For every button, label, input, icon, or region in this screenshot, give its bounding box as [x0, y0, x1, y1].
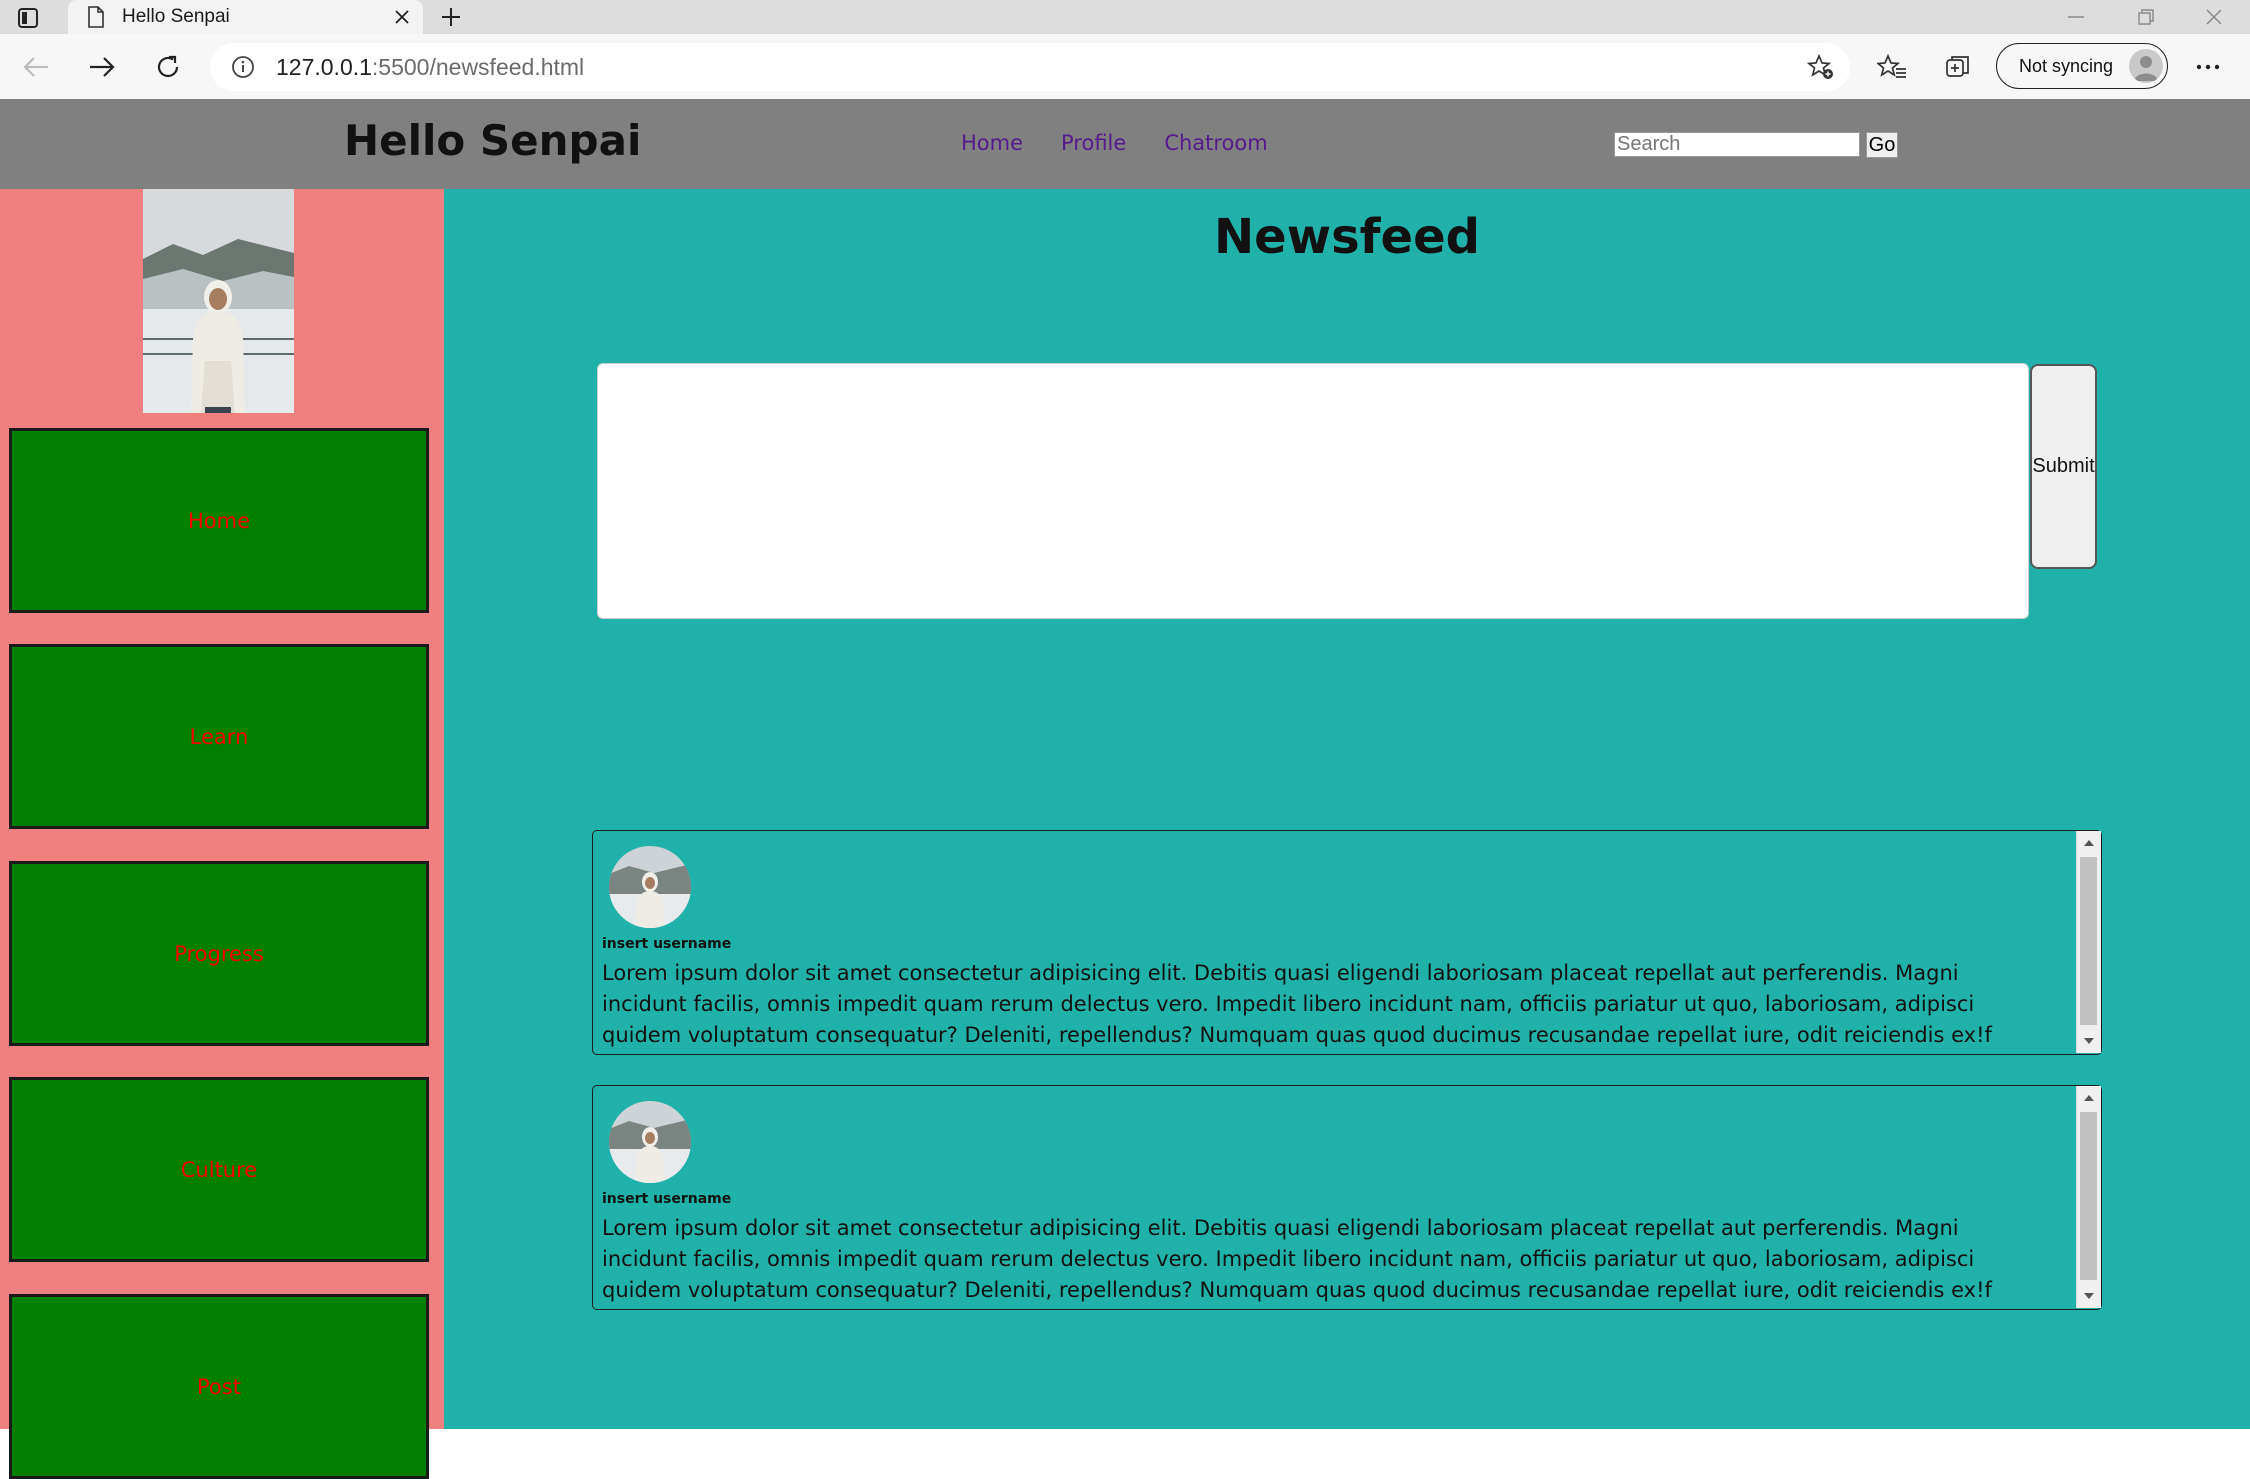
tab-title: Hello Senpai: [122, 6, 230, 27]
sidebar-item-culture[interactable]: Culture: [9, 1077, 429, 1262]
sidebar: Home Learn Progress Culture Post: [0, 189, 444, 1479]
address-bar[interactable]: 127.0.0.1:5500/newsfeed.html: [210, 43, 1850, 91]
scroll-up-arrow-icon[interactable]: [2077, 1088, 2101, 1108]
post-text: Lorem ipsum dolor sit amet consectetur a…: [602, 961, 1992, 1047]
minimize-icon[interactable]: [2042, 0, 2110, 34]
nav-link-home[interactable]: Home: [961, 131, 1023, 155]
page-title: Newsfeed: [1214, 209, 1480, 265]
sync-label: Not syncing: [2019, 55, 2114, 76]
sidebar-item-progress[interactable]: Progress: [9, 861, 429, 1046]
sidebar-item-home[interactable]: Home: [9, 428, 429, 613]
post-username: insert username: [602, 936, 732, 952]
url-host: 127.0.0.1: [276, 53, 372, 80]
nav-link-chatroom[interactable]: Chatroom: [1164, 131, 1267, 155]
sidebar-item-post[interactable]: Post: [9, 1294, 429, 1479]
avatar: [609, 1101, 691, 1183]
restore-icon[interactable]: [2112, 0, 2180, 34]
post-card: insert username Lorem ipsum dolor sit am…: [592, 1085, 2102, 1310]
page-viewport: Hello Senpai Home Profile Chatroom Go: [0, 99, 2250, 1479]
info-icon[interactable]: [228, 52, 258, 82]
page-icon: [82, 3, 110, 31]
scroll-up-arrow-icon[interactable]: [2077, 833, 2101, 853]
close-icon[interactable]: [385, 0, 419, 34]
forward-icon[interactable]: [84, 49, 120, 85]
url-path: :5500/newsfeed.html: [371, 53, 585, 80]
avatar: [609, 846, 691, 928]
scrollbar-thumb[interactable]: [2080, 1112, 2097, 1280]
more-icon[interactable]: [2190, 49, 2226, 85]
sidebar-item-learn[interactable]: Learn: [9, 644, 429, 829]
scroll-down-arrow-icon[interactable]: [2077, 1031, 2101, 1051]
add-favorite-icon[interactable]: [1806, 52, 1836, 82]
top-nav: Home Profile Chatroom: [961, 131, 1306, 155]
post-input[interactable]: [597, 363, 2029, 619]
site-title: Hello Senpai: [344, 116, 642, 165]
post-text: Lorem ipsum dolor sit amet consectetur a…: [602, 1216, 1992, 1302]
site-header: Hello Senpai Home Profile Chatroom Go: [0, 99, 2250, 189]
browser-toolbar: 127.0.0.1:5500/newsfeed.html Not syncing: [0, 34, 2250, 100]
collections-icon[interactable]: [1940, 49, 1976, 85]
url-text: 127.0.0.1:5500/newsfeed.html: [276, 54, 584, 81]
post-scrollbar[interactable]: [2076, 831, 2101, 1053]
nav-link-profile[interactable]: Profile: [1061, 131, 1126, 155]
post-card: insert username Lorem ipsum dolor sit am…: [592, 830, 2102, 1055]
submit-button[interactable]: Submit: [2030, 364, 2097, 569]
tab-actions-icon[interactable]: [14, 4, 42, 32]
refresh-icon[interactable]: [150, 49, 186, 85]
go-button[interactable]: Go: [1866, 132, 1898, 158]
sync-button[interactable]: Not syncing: [1996, 43, 2168, 89]
post-username: insert username: [602, 1191, 732, 1207]
profile-icon: [2129, 49, 2163, 83]
search-input[interactable]: [1614, 132, 1860, 157]
profile-photo: [143, 189, 294, 413]
plus-icon[interactable]: [436, 2, 466, 32]
post-scrollbar[interactable]: [2076, 1086, 2101, 1308]
scrollbar-thumb[interactable]: [2080, 857, 2097, 1025]
scroll-down-arrow-icon[interactable]: [2077, 1286, 2101, 1306]
browser-tab-bar: Hello Senpai: [0, 0, 2250, 34]
browser-tab[interactable]: Hello Senpai: [68, 0, 423, 34]
back-icon[interactable]: [18, 49, 54, 85]
window-close-icon[interactable]: [2180, 0, 2248, 34]
favorites-icon[interactable]: [1874, 49, 1910, 85]
